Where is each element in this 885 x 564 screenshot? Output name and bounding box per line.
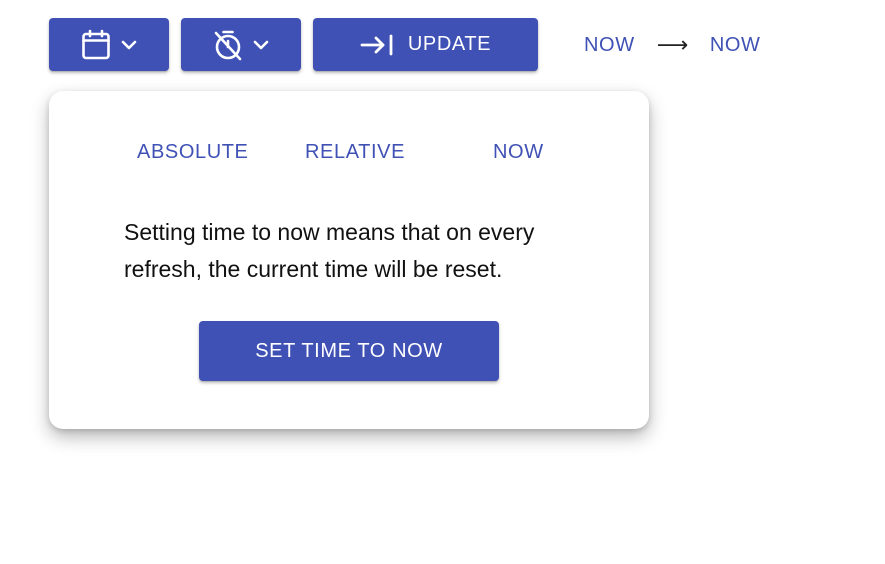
range-end-link[interactable]: NOW (710, 34, 761, 57)
arrow-right-to-bar-icon (360, 33, 394, 57)
timer-off-icon (212, 29, 244, 61)
chevron-down-icon (252, 36, 270, 54)
update-button[interactable]: UPDATE (313, 18, 538, 71)
tab-now[interactable]: NOW (493, 141, 544, 164)
time-range-picker: UPDATE NOW ⟶ NOW ABSOLUTE RELATIVE NOW S… (0, 0, 885, 564)
time-picker-popover: ABSOLUTE RELATIVE NOW Setting time to no… (49, 91, 649, 429)
tab-relative[interactable]: RELATIVE (305, 141, 405, 164)
tab-absolute[interactable]: ABSOLUTE (137, 141, 249, 164)
calendar-dropdown-button[interactable] (49, 18, 169, 71)
chevron-down-icon (120, 36, 138, 54)
calendar-icon (80, 29, 112, 61)
range-start-link[interactable]: NOW (584, 34, 635, 57)
refresh-interval-dropdown-button[interactable] (181, 18, 301, 71)
time-range-display: NOW ⟶ NOW (584, 31, 761, 59)
update-button-label: UPDATE (407, 33, 492, 55)
set-time-to-now-button[interactable]: SET TIME TO NOW (199, 321, 499, 381)
now-description: Setting time to now means that on every … (124, 219, 535, 282)
range-arrow: ⟶ (656, 32, 689, 57)
